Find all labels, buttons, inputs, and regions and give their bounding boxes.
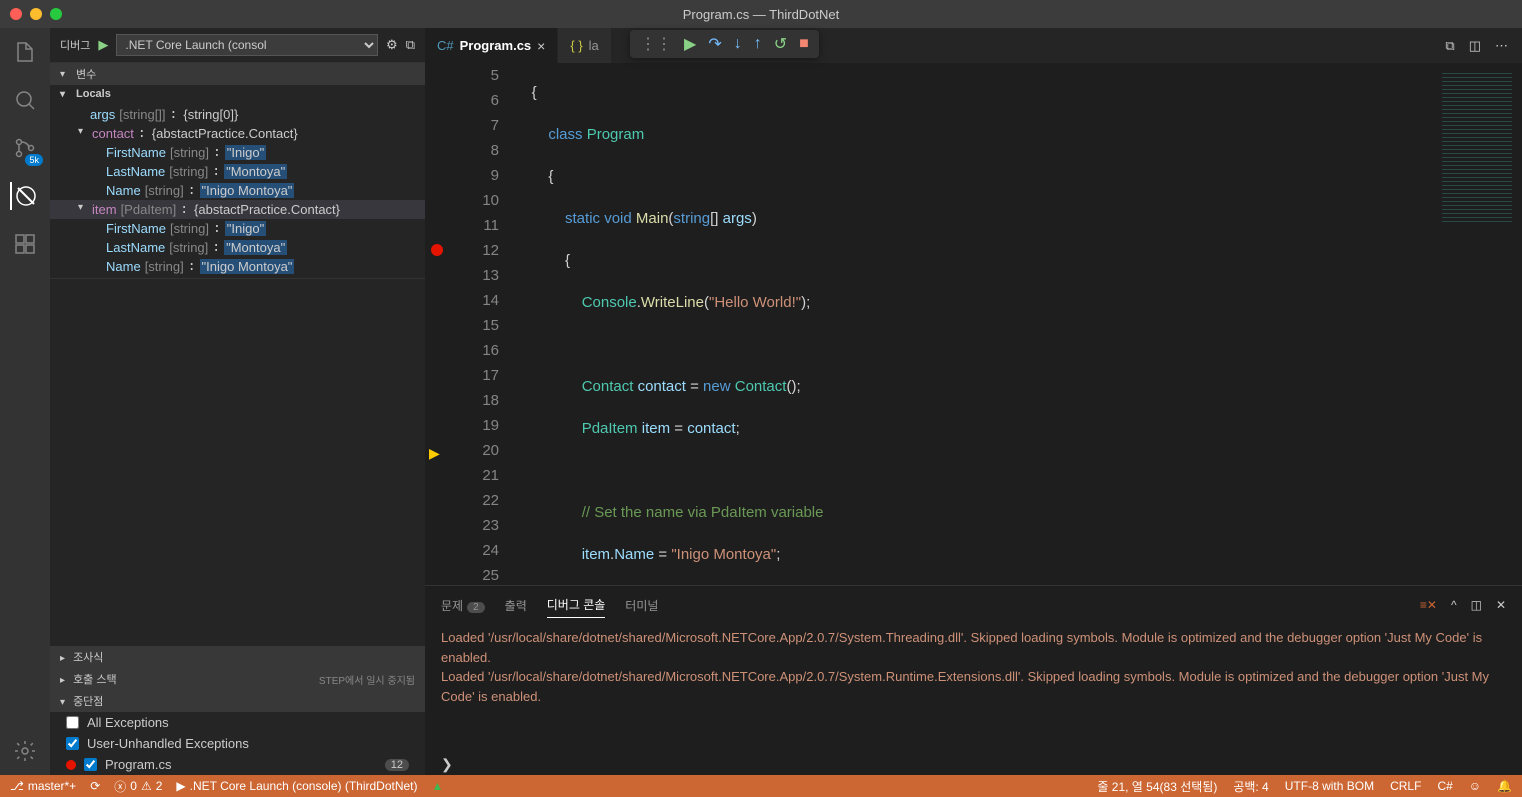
editor-tabs: C#Program.cs× { }la ⋮⋮ ▶ ↷ ↓ ↑ ↺ ■ ⧉ ◫ ⋯: [425, 28, 1522, 63]
var-args[interactable]: args [string[]]: {string[0]}: [50, 105, 425, 124]
debug-title: 디버그: [60, 37, 90, 53]
terminal-tab[interactable]: 터미널: [625, 593, 658, 618]
titlebar: Program.cs — ThirdDotNet: [0, 0, 1522, 28]
stop-button[interactable]: ■: [799, 35, 809, 53]
output-tab[interactable]: 출력: [505, 593, 527, 618]
minimize-window[interactable]: [30, 8, 42, 20]
compare-icon[interactable]: ⧉: [1445, 38, 1454, 54]
debug-toolbar: ⋮⋮ ▶ ↷ ↓ ↑ ↺ ■: [630, 30, 819, 58]
debug-console-tab[interactable]: 디버그 콘솔: [547, 592, 606, 618]
encoding[interactable]: UTF-8 with BOM: [1285, 779, 1374, 793]
split-editor-icon[interactable]: ◫: [1469, 38, 1481, 54]
step-out-button[interactable]: ↑: [754, 35, 762, 53]
search-icon[interactable]: [11, 86, 39, 114]
source-control-icon[interactable]: 5k: [11, 134, 39, 162]
sync-icon[interactable]: ⟳: [90, 779, 100, 793]
launch-status[interactable]: ▶ .NET Core Launch (console) (ThirdDotNe…: [176, 779, 417, 793]
activity-bar: 5k: [0, 28, 50, 775]
watch-section[interactable]: ▸ 조사식: [50, 646, 425, 668]
step-into-button[interactable]: ↓: [734, 35, 742, 53]
launch-config-select[interactable]: .NET Core Launch (consol: [116, 34, 378, 56]
continue-button[interactable]: ▶: [684, 34, 696, 54]
panel-maximize-icon[interactable]: ◫: [1471, 598, 1482, 612]
breakpoint-dot-icon: [66, 760, 76, 770]
panel-up-icon[interactable]: ^: [1451, 598, 1457, 612]
clear-console-icon[interactable]: ≡✕: [1420, 598, 1437, 612]
notifications-icon[interactable]: 🔔: [1497, 779, 1512, 793]
debug-sidebar: 디버그 ▶ .NET Core Launch (consol ⚙ ⧉ ▾변수 ▾…: [50, 28, 425, 775]
cursor-position[interactable]: 줄 21, 열 54(83 선택됨): [1097, 778, 1217, 795]
var-item[interactable]: ▾item [PdaItem]: {abstactPractice.Contac…: [50, 200, 425, 219]
settings-icon[interactable]: [11, 737, 39, 765]
tab-launch-json[interactable]: { }la: [558, 28, 611, 63]
close-window[interactable]: [10, 8, 22, 20]
indentation[interactable]: 공백: 4: [1233, 778, 1268, 795]
scm-badge: 5k: [25, 154, 43, 166]
close-tab-icon[interactable]: ×: [537, 38, 545, 54]
var-contact[interactable]: ▾contact: {abstactPractice.Contact}: [50, 124, 425, 143]
breakpoint-glyph-icon[interactable]: [431, 244, 443, 256]
language-mode[interactable]: C#: [1437, 779, 1452, 793]
restart-button[interactable]: ↺: [774, 34, 787, 54]
var-contact-name[interactable]: Name [string]: "Inigo Montoya": [50, 181, 425, 200]
drag-handle-icon[interactable]: ⋮⋮: [640, 34, 672, 54]
extensions-icon[interactable]: [11, 230, 39, 258]
problems-status[interactable]: ⓧ 0 ⚠ 2: [114, 778, 162, 795]
var-contact-lastname[interactable]: LastName [string]: "Montoya": [50, 162, 425, 181]
eol[interactable]: CRLF: [1390, 779, 1421, 793]
locals-section[interactable]: ▾Locals: [50, 85, 425, 103]
debug-icon[interactable]: [10, 182, 38, 210]
line-numbers: 5678910111213141516171819202122232425: [455, 63, 515, 585]
bp-user-exceptions[interactable]: User-Unhandled Exceptions: [50, 733, 425, 754]
var-item-firstname[interactable]: FirstName [string]: "Inigo": [50, 219, 425, 238]
current-line-icon: ▶: [429, 441, 440, 466]
callstack-section[interactable]: ▸ 호출 스택STEP에서 일시 중지됨: [50, 668, 425, 690]
status-bar: ⎇ master*+ ⟳ ⓧ 0 ⚠ 2 ▶ .NET Core Launch …: [0, 775, 1522, 797]
config-gear-icon[interactable]: ⚙: [386, 37, 398, 53]
breakpoints-section[interactable]: ▾ 중단점: [50, 690, 425, 712]
feedback-icon[interactable]: ☺: [1469, 779, 1481, 793]
problems-tab[interactable]: 문제2: [441, 593, 485, 618]
tab-program-cs[interactable]: C#Program.cs×: [425, 28, 558, 63]
step-over-button[interactable]: ↷: [708, 34, 721, 54]
minimap[interactable]: [1422, 63, 1522, 585]
bp-program-cs[interactable]: Program.cs12: [50, 754, 425, 775]
var-item-lastname[interactable]: LastName [string]: "Montoya": [50, 238, 425, 257]
variables-section[interactable]: ▾변수: [50, 63, 425, 85]
more-icon[interactable]: ⋯: [1495, 38, 1508, 54]
debug-console-output: Loaded '/usr/local/share/dotnet/shared/M…: [425, 624, 1522, 754]
var-contact-firstname[interactable]: FirstName [string]: "Inigo": [50, 143, 425, 162]
code-editor[interactable]: ▶ 5678910111213141516171819202122232425 …: [425, 63, 1522, 585]
start-debug-button[interactable]: ▶: [98, 37, 108, 53]
debug-console-toggle-icon[interactable]: ⧉: [406, 37, 415, 53]
window-controls: [10, 8, 62, 20]
explorer-icon[interactable]: [11, 38, 39, 66]
maximize-window[interactable]: [50, 8, 62, 20]
git-branch[interactable]: ⎇ master*+: [10, 779, 76, 793]
console-prompt[interactable]: ❯: [425, 754, 1522, 775]
var-item-name[interactable]: Name [string]: "Inigo Montoya": [50, 257, 425, 276]
window-title: Program.cs — ThirdDotNet: [683, 7, 840, 22]
bottom-panel: 문제2 출력 디버그 콘솔 터미널 ≡✕ ^ ◫ ✕ Loaded '/usr/…: [425, 585, 1522, 775]
live-icon[interactable]: ▲: [432, 779, 444, 793]
panel-close-icon[interactable]: ✕: [1496, 598, 1506, 612]
bp-all-exceptions[interactable]: All Exceptions: [50, 712, 425, 733]
